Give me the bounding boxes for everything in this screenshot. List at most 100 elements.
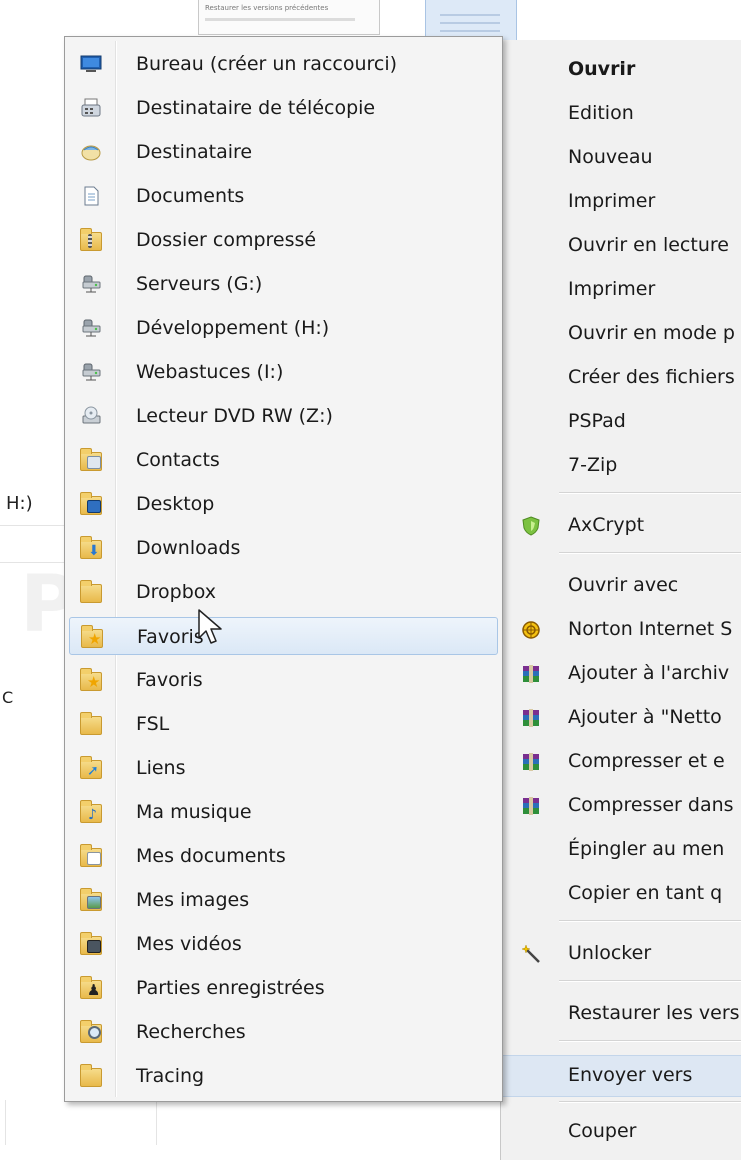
send-to-item-serveurs[interactable]: Serveurs (G:): [69, 265, 498, 303]
send-to-item-developpement[interactable]: Développement (H:): [69, 309, 498, 347]
send-to-item-dvd[interactable]: Lecteur DVD RW (Z:): [69, 397, 498, 435]
send-to-item-label: Dossier compressé: [136, 229, 317, 251]
send-to-item-mes-documents[interactable]: Mes documents: [69, 837, 498, 875]
documents-folder-icon: [80, 844, 102, 867]
ctx-item-label: Imprimer: [568, 190, 656, 212]
pictures-folder-icon: [80, 888, 102, 911]
ctx-item-couper[interactable]: Couper: [501, 1112, 741, 1152]
searches-folder-icon: [80, 1020, 102, 1043]
background-mark: C: [2, 688, 14, 707]
ctx-item-label: Ouvrir: [568, 58, 636, 80]
send-to-item-destinataire[interactable]: Destinataire: [69, 133, 498, 171]
ctx-item-7zip[interactable]: 7-Zip: [501, 446, 741, 486]
documents-icon: [84, 186, 99, 206]
send-to-item-label: Desktop: [136, 493, 215, 515]
send-to-item-documents[interactable]: Documents: [69, 177, 498, 215]
send-to-item-label: Ma musique: [136, 801, 252, 823]
ctx-item-label: Couper: [568, 1120, 637, 1142]
network-drive-icon: [82, 275, 101, 293]
ctx-item-label: Edition: [568, 102, 634, 124]
send-to-item-webastuces[interactable]: Webastuces (I:): [69, 353, 498, 391]
ctx-item-label: Ouvrir en mode p: [568, 322, 735, 344]
winrar-icon: [523, 709, 539, 727]
ctx-item-label: Restaurer les vers: [568, 1002, 740, 1024]
ctx-item-label: Unlocker: [568, 942, 652, 964]
send-to-item-mes-videos[interactable]: Mes vidéos: [69, 925, 498, 963]
send-to-item-fax[interactable]: Destinataire de télécopie: [69, 89, 498, 127]
send-to-submenu: Bureau (créer un raccourci) Destinataire…: [64, 36, 503, 1102]
ctx-item-restaurer[interactable]: Restaurer les vers: [501, 994, 741, 1034]
ctx-item-label: 7-Zip: [568, 454, 618, 476]
background-divider: [0, 525, 64, 526]
folder-icon: [80, 712, 102, 735]
ctx-item-ajouter-archive[interactable]: Ajouter à l'archiv: [501, 654, 741, 694]
ctx-item-axcrypt[interactable]: AxCrypt: [501, 506, 741, 546]
send-to-item-favoris[interactable]: ★ Favoris: [69, 661, 498, 699]
ctx-item-ouvrir-mode[interactable]: Ouvrir en mode p: [501, 314, 741, 354]
send-to-item-liens[interactable]: ➚ Liens: [69, 749, 498, 787]
background-divider: [5, 1100, 6, 1145]
desktop-icon: [80, 55, 102, 72]
ctx-item-label: Épingler au men: [568, 838, 725, 860]
ctx-item-label: Créer des fichiers: [568, 366, 735, 388]
ctx-item-edition[interactable]: Edition: [501, 94, 741, 134]
ctx-item-epingler[interactable]: Épingler au men: [501, 830, 741, 870]
send-to-item-dropbox[interactable]: Dropbox: [69, 573, 498, 611]
send-to-item-label: Mes documents: [136, 845, 286, 867]
send-to-item-desktop[interactable]: Desktop: [69, 485, 498, 523]
ctx-item-label: Copier en tant q: [568, 882, 723, 904]
ctx-item-norton[interactable]: Norton Internet S: [501, 610, 741, 650]
ctx-item-nouveau[interactable]: Nouveau: [501, 138, 741, 178]
menu-separator: [559, 920, 741, 922]
ctx-item-compresser-dans[interactable]: Compresser dans: [501, 786, 741, 826]
winrar-icon: [523, 665, 539, 683]
ctx-item-compresser-et[interactable]: Compresser et e: [501, 742, 741, 782]
send-to-item-recherches[interactable]: Recherches: [69, 1013, 498, 1051]
ctx-item-unlocker[interactable]: Unlocker: [501, 934, 741, 974]
send-to-item-parties-enregistrees[interactable]: ♟ Parties enregistrées: [69, 969, 498, 1007]
saved-games-folder-icon: ♟: [80, 976, 102, 999]
mail-recipient-icon: [81, 145, 101, 161]
ctx-item-creer-fichiers[interactable]: Créer des fichiers: [501, 358, 741, 398]
send-to-item-favoris-highlighted[interactable]: ★ Favoris: [69, 617, 498, 655]
ctx-item-label: Nouveau: [568, 146, 653, 168]
send-to-item-bureau[interactable]: Bureau (créer un raccourci): [69, 45, 498, 83]
ctx-item-ouvrir-lecture[interactable]: Ouvrir en lecture: [501, 226, 741, 266]
menu-separator: [559, 492, 741, 494]
favorites-folder-icon: ★: [80, 668, 102, 691]
ctx-item-ouvrir-avec[interactable]: Ouvrir avec: [501, 566, 741, 606]
folder-icon: [80, 1064, 102, 1087]
send-to-item-label: Mes vidéos: [136, 933, 242, 955]
folder-icon: [80, 580, 102, 603]
ctx-item-label: Imprimer: [568, 278, 656, 300]
send-to-item-label: Documents: [136, 185, 245, 207]
send-to-item-label: Parties enregistrées: [136, 977, 325, 999]
send-to-item-label: Serveurs (G:): [136, 273, 263, 295]
send-to-item-label: Tracing: [136, 1065, 205, 1087]
ctx-item-ouvrir[interactable]: Ouvrir: [501, 50, 741, 90]
send-to-item-label: Webastuces (I:): [136, 361, 284, 383]
background-divider: [156, 1100, 157, 1145]
send-to-item-dossier-compresse[interactable]: Dossier compressé: [69, 221, 498, 259]
send-to-item-contacts[interactable]: Contacts: [69, 441, 498, 479]
send-to-item-fsl[interactable]: FSL: [69, 705, 498, 743]
send-to-item-downloads[interactable]: ⬇ Downloads: [69, 529, 498, 567]
links-folder-icon: ➚: [80, 756, 102, 779]
ctx-item-pspad[interactable]: PSPad: [501, 402, 741, 442]
send-to-item-tracing[interactable]: Tracing: [69, 1057, 498, 1095]
ctx-item-imprimer[interactable]: Imprimer: [501, 182, 741, 222]
zip-folder-icon: [80, 228, 102, 251]
ctx-item-label: Ouvrir avec: [568, 574, 679, 596]
downloads-folder-icon: ⬇: [80, 536, 102, 559]
music-folder-icon: ♪: [80, 800, 102, 823]
network-drive-icon: [82, 363, 101, 381]
ctx-item-imprimer-2[interactable]: Imprimer: [501, 270, 741, 310]
ctx-item-label: Ouvrir en lecture: [568, 234, 729, 256]
ctx-item-ajouter-netto[interactable]: Ajouter à "Netto: [501, 698, 741, 738]
send-to-item-label: FSL: [136, 713, 170, 735]
contacts-folder-icon: [80, 448, 102, 471]
ctx-item-copier-chemin[interactable]: Copier en tant q: [501, 874, 741, 914]
ctx-item-envoyer-vers[interactable]: Envoyer vers: [501, 1055, 741, 1097]
send-to-item-mes-images[interactable]: Mes images: [69, 881, 498, 919]
send-to-item-ma-musique[interactable]: ♪ Ma musique: [69, 793, 498, 831]
